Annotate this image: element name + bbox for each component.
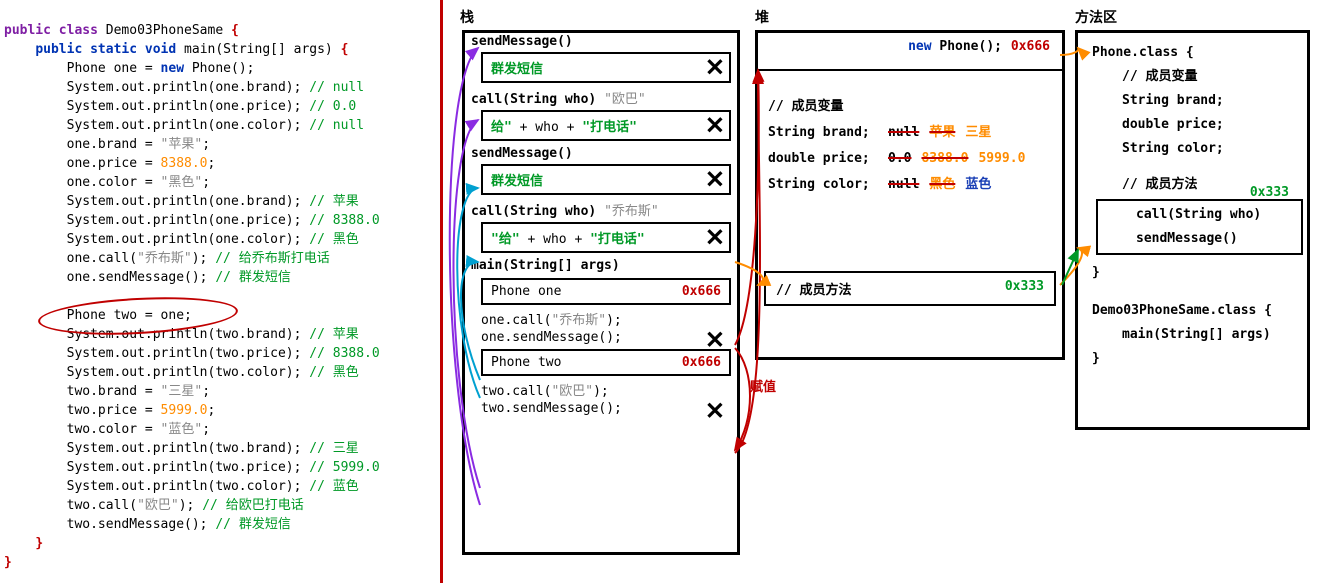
heap-field-brand: String brand; null 苹果 三星 <box>768 120 1052 146</box>
assign-label: 赋值 <box>750 376 776 395</box>
demo-class-decl: Demo03PhoneSame.class { <box>1092 299 1293 323</box>
stack-title: 栈 <box>460 7 474 27</box>
vertical-separator <box>440 0 443 583</box>
stack-var-one: Phone one 0x666 <box>481 278 731 305</box>
stack-frame-sendmessage-1: sendMessage() <box>465 145 737 162</box>
x-icon: ✕ <box>705 397 725 426</box>
heap-title: 堆 <box>755 7 769 27</box>
method-area-address: 0x333 <box>1250 181 1289 205</box>
stack-frame-call-2-body: 给" + who + "打电话" ✕ <box>481 110 731 141</box>
stack-call-one-sendmessage: one.sendMessage(); ✕ <box>481 330 731 345</box>
stack-call-one-call: one.call("乔布斯"); <box>481 309 731 328</box>
phone-class-methods: 0x333 call(String who) sendMessage() <box>1096 199 1303 255</box>
heap-box: new Phone(); 0x666 // 成员变量 String brand;… <box>755 30 1065 360</box>
x-icon: ✕ <box>705 165 725 194</box>
heap-field-price: double price; 0.0 8388.0 5999.0 <box>768 146 1052 172</box>
stack-frame-main: main(String[] args) <box>465 257 737 274</box>
stack-frame-sendmessage-2-body: 群发短信 ✕ <box>481 52 731 83</box>
stack-frame-call-2: call(String who) "欧巴" <box>465 87 737 108</box>
stack-var-two: Phone two 0x666 <box>481 349 731 376</box>
x-icon: ✕ <box>705 53 725 82</box>
heap-address: 0x666 <box>1011 39 1050 54</box>
stack-call-two-call: two.call("欧巴"); <box>481 380 731 399</box>
stack-frame-sendmessage-1-body: 群发短信 ✕ <box>481 164 731 195</box>
phone-class-decl: Phone.class { <box>1092 41 1293 65</box>
x-icon: ✕ <box>705 223 725 252</box>
stack-frame-call-1-body: "给" + who + "打电话" ✕ <box>481 222 731 253</box>
method-area-box: Phone.class { // 成员变量 String brand; doub… <box>1075 30 1310 430</box>
stack-frame-sendmessage-2: sendMessage() <box>465 33 737 50</box>
heap-methods: // 成员方法 0x333 <box>764 271 1056 306</box>
method-area-title: 方法区 <box>1075 7 1117 27</box>
heap-field-color: String color; null 黑色 蓝色 <box>768 172 1052 198</box>
heap-new-expr: new Phone(); <box>768 39 1052 54</box>
stack-frame-call-1: call(String who) "乔布斯" <box>465 199 737 220</box>
heap-members: // 成员变量 String brand; null 苹果 三星 double … <box>768 94 1052 198</box>
stack-call-two-sendmessage: two.sendMessage(); ✕ <box>481 401 731 416</box>
x-icon: ✕ <box>705 111 725 140</box>
stack-box: sendMessage() 群发短信 ✕ call(String who) "欧… <box>462 30 740 555</box>
code-pane: public class Demo03PhoneSame { public st… <box>4 2 434 572</box>
